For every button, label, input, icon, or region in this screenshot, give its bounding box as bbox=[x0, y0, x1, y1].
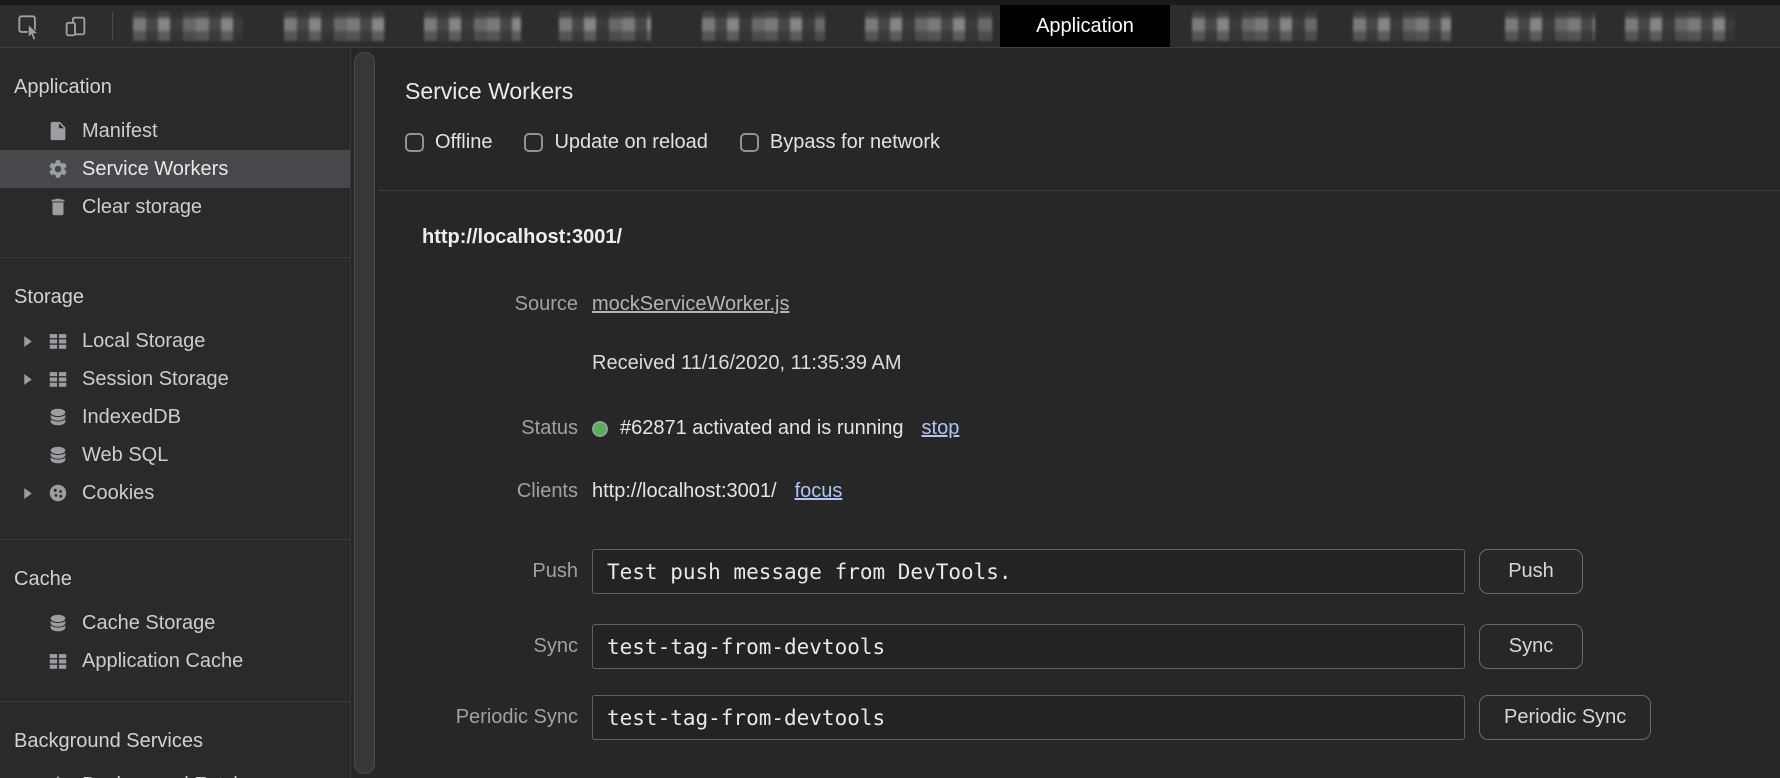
redacted-tab[interactable] bbox=[284, 11, 386, 41]
client-url: http://localhost:3001/ bbox=[592, 480, 777, 502]
checkbox-box[interactable] bbox=[405, 132, 424, 152]
section-title-application: Application bbox=[14, 76, 112, 98]
devtools-topbar: Application bbox=[0, 0, 1780, 48]
worker-origin: http://localhost:3001/ bbox=[422, 226, 623, 248]
sync-label: Sync bbox=[533, 635, 578, 657]
application-sidebar: Application Manifest Service Workers Cle… bbox=[0, 48, 350, 778]
stop-link[interactable]: stop bbox=[922, 417, 960, 440]
service-workers-panel: Service Workers Offline Update on reload… bbox=[378, 48, 1780, 778]
sidebar-item-label: IndexedDB bbox=[82, 405, 181, 428]
sidebar-item-web-sql[interactable]: Web SQL bbox=[0, 436, 350, 474]
source-file-link[interactable]: mockServiceWorker.js bbox=[592, 293, 789, 316]
sidebar-item-cookies[interactable]: Cookies bbox=[0, 474, 350, 512]
sidebar-item-background-fetch[interactable]: Background Fetch bbox=[0, 766, 350, 778]
sidebar-item-label: Session Storage bbox=[82, 367, 229, 390]
service-worker-details: http://localhost:3001/ Source mockServic… bbox=[378, 190, 1780, 740]
table-icon bbox=[46, 367, 70, 391]
database-icon bbox=[46, 405, 70, 429]
update-on-reload-checkbox[interactable]: Update on reload bbox=[524, 130, 708, 154]
cookie-icon bbox=[46, 481, 70, 505]
table-icon bbox=[46, 649, 70, 673]
checkbox-label: Update on reload bbox=[554, 130, 708, 153]
sidebar-item-label: Web SQL bbox=[82, 443, 169, 466]
offline-checkbox[interactable]: Offline bbox=[405, 131, 492, 154]
redacted-tab[interactable] bbox=[865, 11, 992, 41]
checkbox-label: Bypass for network bbox=[769, 130, 940, 153]
sidebar-item-local-storage[interactable]: Local Storage bbox=[0, 322, 350, 360]
section-title-background-services: Background Services bbox=[14, 730, 203, 752]
sync-button[interactable]: Sync bbox=[1479, 624, 1583, 669]
push-label: Push bbox=[532, 560, 578, 582]
push-button[interactable]: Push bbox=[1479, 549, 1583, 594]
expand-triangle-icon[interactable] bbox=[22, 487, 46, 500]
redacted-tab[interactable] bbox=[133, 11, 243, 41]
sidebar-item-session-storage[interactable]: Session Storage bbox=[0, 360, 350, 398]
sidebar-item-label: Cache Storage bbox=[82, 611, 216, 634]
sidebar-scrollbar-track bbox=[350, 48, 378, 778]
sidebar-item-cache-storage[interactable]: Cache Storage bbox=[0, 604, 350, 642]
tab-application[interactable]: Application bbox=[1000, 5, 1170, 47]
sidebar-item-indexeddb[interactable]: IndexedDB bbox=[0, 398, 350, 436]
periodic-sync-label: Periodic Sync bbox=[455, 706, 578, 728]
section-title-cache: Cache bbox=[14, 568, 72, 590]
redacted-tab[interactable] bbox=[1353, 11, 1451, 41]
sidebar-item-label: Local Storage bbox=[82, 329, 206, 352]
inspect-element-button[interactable] bbox=[14, 11, 44, 41]
toggle-device-toolbar-button[interactable] bbox=[60, 11, 90, 41]
gear-icon bbox=[46, 157, 70, 181]
sidebar-item-clear-storage[interactable]: Clear storage bbox=[0, 188, 350, 226]
sidebar-item-label: Background Fetch bbox=[82, 774, 244, 778]
device-toolbar-icon bbox=[65, 16, 85, 36]
redacted-tab[interactable] bbox=[702, 11, 825, 41]
periodic-sync-tag-input[interactable] bbox=[592, 695, 1465, 740]
section-title-storage: Storage bbox=[14, 286, 85, 308]
database-icon bbox=[46, 611, 70, 635]
sidebar-item-service-workers[interactable]: Service Workers bbox=[0, 150, 350, 188]
source-label: Source bbox=[514, 293, 578, 315]
sidebar-item-label: Manifest bbox=[82, 119, 158, 142]
checkbox-box[interactable] bbox=[739, 132, 759, 152]
redacted-tab[interactable] bbox=[1192, 11, 1317, 41]
redacted-tab[interactable] bbox=[1625, 11, 1735, 41]
updown-icon bbox=[46, 773, 70, 778]
panel-tab-strip: Application bbox=[113, 5, 1780, 47]
redacted-tab[interactable] bbox=[559, 11, 651, 41]
checkbox-box[interactable] bbox=[524, 132, 544, 152]
table-icon bbox=[46, 329, 70, 353]
received-timestamp: Received 11/16/2020, 11:35:39 AM bbox=[592, 352, 902, 374]
checkbox-label: Offline bbox=[435, 130, 493, 153]
status-text: #62871 activated and is running bbox=[620, 417, 904, 439]
sidebar-item-label: Cookies bbox=[82, 481, 155, 504]
page-title: Service Workers bbox=[405, 78, 574, 104]
database-icon bbox=[46, 443, 70, 467]
redacted-tab[interactable] bbox=[424, 11, 521, 41]
expand-triangle-icon[interactable] bbox=[22, 373, 46, 386]
trash-icon bbox=[46, 195, 70, 219]
expand-triangle-icon[interactable] bbox=[22, 335, 46, 348]
inspect-cursor-icon bbox=[17, 14, 39, 40]
sync-tag-input[interactable] bbox=[592, 624, 1465, 669]
status-label: Status bbox=[521, 417, 578, 439]
sidebar-item-label: Clear storage bbox=[82, 195, 203, 218]
status-running-indicator bbox=[592, 420, 608, 437]
redacted-tab[interactable] bbox=[1505, 11, 1595, 41]
periodic-sync-button[interactable]: Periodic Sync bbox=[1479, 695, 1652, 740]
sidebar-item-manifest[interactable]: Manifest bbox=[0, 112, 350, 150]
focus-link[interactable]: focus bbox=[795, 480, 843, 503]
sidebar-item-label: Service Workers bbox=[82, 157, 229, 180]
bypass-for-network-checkbox[interactable]: Bypass for network bbox=[739, 130, 940, 154]
clients-label: Clients bbox=[516, 480, 578, 502]
push-message-input[interactable] bbox=[592, 549, 1465, 594]
sidebar-item-label: Application Cache bbox=[82, 649, 244, 672]
document-icon bbox=[46, 119, 70, 143]
sidebar-item-application-cache[interactable]: Application Cache bbox=[0, 642, 350, 680]
sidebar-scrollbar-thumb[interactable] bbox=[354, 52, 375, 774]
